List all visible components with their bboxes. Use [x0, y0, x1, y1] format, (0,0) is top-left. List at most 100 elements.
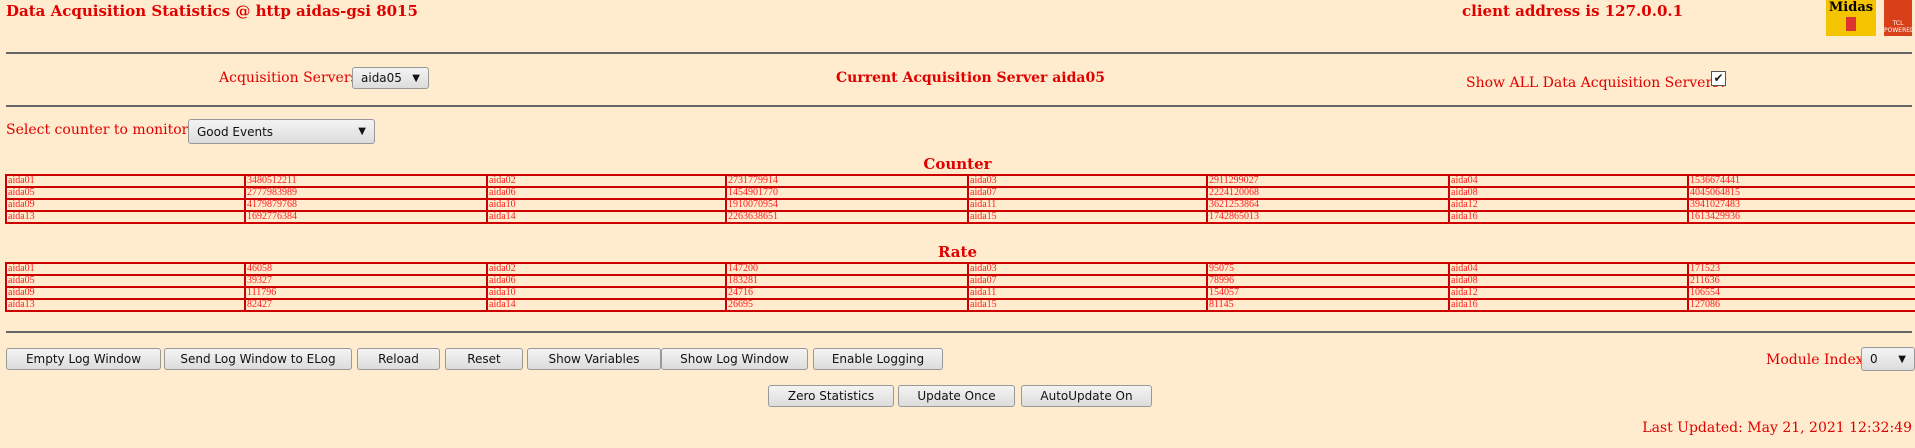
divider [6, 52, 1912, 54]
table-row: aida01 46058 aida02 147200 aida03 95075 aida04… [5, 262, 1915, 276]
server-cell: aida01 [5, 174, 246, 188]
value-cell: 46058 [244, 262, 488, 276]
server-cell: aida13 [5, 210, 246, 224]
server-cell: aida07 [967, 186, 1208, 200]
server-cell: aida05 [5, 186, 246, 200]
server-cell: aida08 [1448, 274, 1689, 288]
selected-counter: Good Events [197, 124, 274, 139]
server-cell: aida12 [1448, 286, 1689, 300]
zero-statistics-button[interactable]: Zero Statistics [768, 385, 894, 407]
value-cell: 24716 [725, 286, 969, 300]
counter-heading: Counter [923, 155, 992, 173]
show-variables-button[interactable]: Show Variables [527, 348, 661, 370]
table-row: aida13 1692776384 aida14 2263638651 aida15 17… [5, 210, 1915, 224]
client-address: client address is 127.0.0.1 [1462, 2, 1684, 20]
server-cell: aida07 [967, 274, 1208, 288]
server-cell: aida04 [1448, 174, 1689, 188]
server-cell: aida03 [967, 174, 1208, 188]
server-cell: aida08 [1448, 186, 1689, 200]
acquisition-server-select[interactable]: aida05 ▼ [352, 67, 429, 89]
value-cell: 2263638651 [725, 210, 969, 224]
tcl-logo: TCL POWERED [1884, 0, 1912, 36]
rate-table: aida01 46058 aida02 147200 aida03 95075 aida04… [5, 262, 1915, 312]
value-cell: 1742865013 [1206, 210, 1450, 224]
midas-logo-figure [1846, 17, 1856, 31]
chevron-down-icon: ▼ [412, 72, 420, 84]
module-index-select[interactable]: 0 ▼ [1861, 347, 1915, 371]
server-cell: aida15 [967, 298, 1208, 312]
selected-module: 0 [1870, 352, 1878, 366]
autoupdate-button[interactable]: AutoUpdate On [1021, 385, 1152, 407]
server-cell: aida05 [5, 274, 246, 288]
show-all-checkbox[interactable]: ✔ [1711, 71, 1726, 86]
value-cell: 4045064815 [1687, 186, 1915, 200]
reset-button[interactable]: Reset [445, 348, 523, 370]
server-cell: aida10 [486, 198, 727, 212]
midas-logo: Midas [1826, 0, 1876, 36]
server-cell: aida16 [1448, 298, 1689, 312]
server-cell: aida14 [486, 298, 727, 312]
value-cell: 171523 [1687, 262, 1915, 276]
server-cell: aida06 [486, 186, 727, 200]
server-cell: aida16 [1448, 210, 1689, 224]
table-row: aida09 4179879768 aida10 1910070954 aida11 36… [5, 198, 1915, 212]
show-all-label: Show ALL Data Acquisition Servers? [1466, 75, 1727, 91]
value-cell: 2777983989 [244, 186, 488, 200]
module-index-label: Module Index [1766, 352, 1864, 368]
value-cell: 1536674441 [1687, 174, 1915, 188]
value-cell: 2224120068 [1206, 186, 1450, 200]
value-cell: 2731779914 [725, 174, 969, 188]
server-cell: aida02 [486, 174, 727, 188]
divider [6, 331, 1912, 333]
send-elog-button[interactable]: Send Log Window to ELog [164, 348, 352, 370]
server-cell: aida13 [5, 298, 246, 312]
value-cell: 211636 [1687, 274, 1915, 288]
value-cell: 81145 [1206, 298, 1450, 312]
table-row: aida01 3480512211 aida02 2731779914 aida03 29… [5, 174, 1915, 188]
server-cell: aida14 [486, 210, 727, 224]
server-cell: aida01 [5, 262, 246, 276]
value-cell: 154057 [1206, 286, 1450, 300]
divider [6, 105, 1912, 107]
selected-server: aida05 [361, 71, 402, 85]
reload-button[interactable]: Reload [357, 348, 440, 370]
value-cell: 1613429936 [1687, 210, 1915, 224]
server-cell: aida03 [967, 262, 1208, 276]
value-cell: 3621253864 [1206, 198, 1450, 212]
tcl-logo-text: TCL POWERED [1884, 20, 1912, 34]
value-cell: 3480512211 [244, 174, 488, 188]
value-cell: 78996 [1206, 274, 1450, 288]
update-once-button[interactable]: Update Once [898, 385, 1015, 407]
value-cell: 127086 [1687, 298, 1915, 312]
enable-logging-button[interactable]: Enable Logging [813, 348, 943, 370]
server-cell: aida06 [486, 274, 727, 288]
midas-logo-text: Midas [1828, 0, 1874, 15]
value-cell: 39327 [244, 274, 488, 288]
chevron-down-icon: ▼ [1898, 353, 1906, 365]
counter-select[interactable]: Good Events ▼ [188, 119, 375, 144]
server-cell: aida12 [1448, 198, 1689, 212]
empty-log-button[interactable]: Empty Log Window [6, 348, 161, 370]
value-cell: 106554 [1687, 286, 1915, 300]
acquisition-servers-label: Acquisition Servers [219, 70, 358, 86]
server-cell: aida04 [1448, 262, 1689, 276]
show-log-window-button[interactable]: Show Log Window [661, 348, 808, 370]
value-cell: 2911299027 [1206, 174, 1450, 188]
table-row: aida05 39327 aida06 183281 aida07 78996 aida08… [5, 274, 1915, 288]
value-cell: 3941027483 [1687, 198, 1915, 212]
server-cell: aida11 [967, 198, 1208, 212]
value-cell: 183281 [725, 274, 969, 288]
server-cell: aida09 [5, 198, 246, 212]
value-cell: 1454901770 [725, 186, 969, 200]
table-row: aida05 2777983989 aida06 1454901770 aida07 22… [5, 186, 1915, 200]
value-cell: 147200 [725, 262, 969, 276]
chevron-down-icon: ▼ [358, 126, 366, 137]
server-cell: aida09 [5, 286, 246, 300]
server-cell: aida10 [486, 286, 727, 300]
value-cell: 82427 [244, 298, 488, 312]
last-updated: Last Updated: May 21, 2021 12:32:49 [1642, 420, 1912, 436]
server-cell: aida02 [486, 262, 727, 276]
value-cell: 1910070954 [725, 198, 969, 212]
value-cell: 26695 [725, 298, 969, 312]
counter-select-label: Select counter to monitor [6, 122, 189, 138]
